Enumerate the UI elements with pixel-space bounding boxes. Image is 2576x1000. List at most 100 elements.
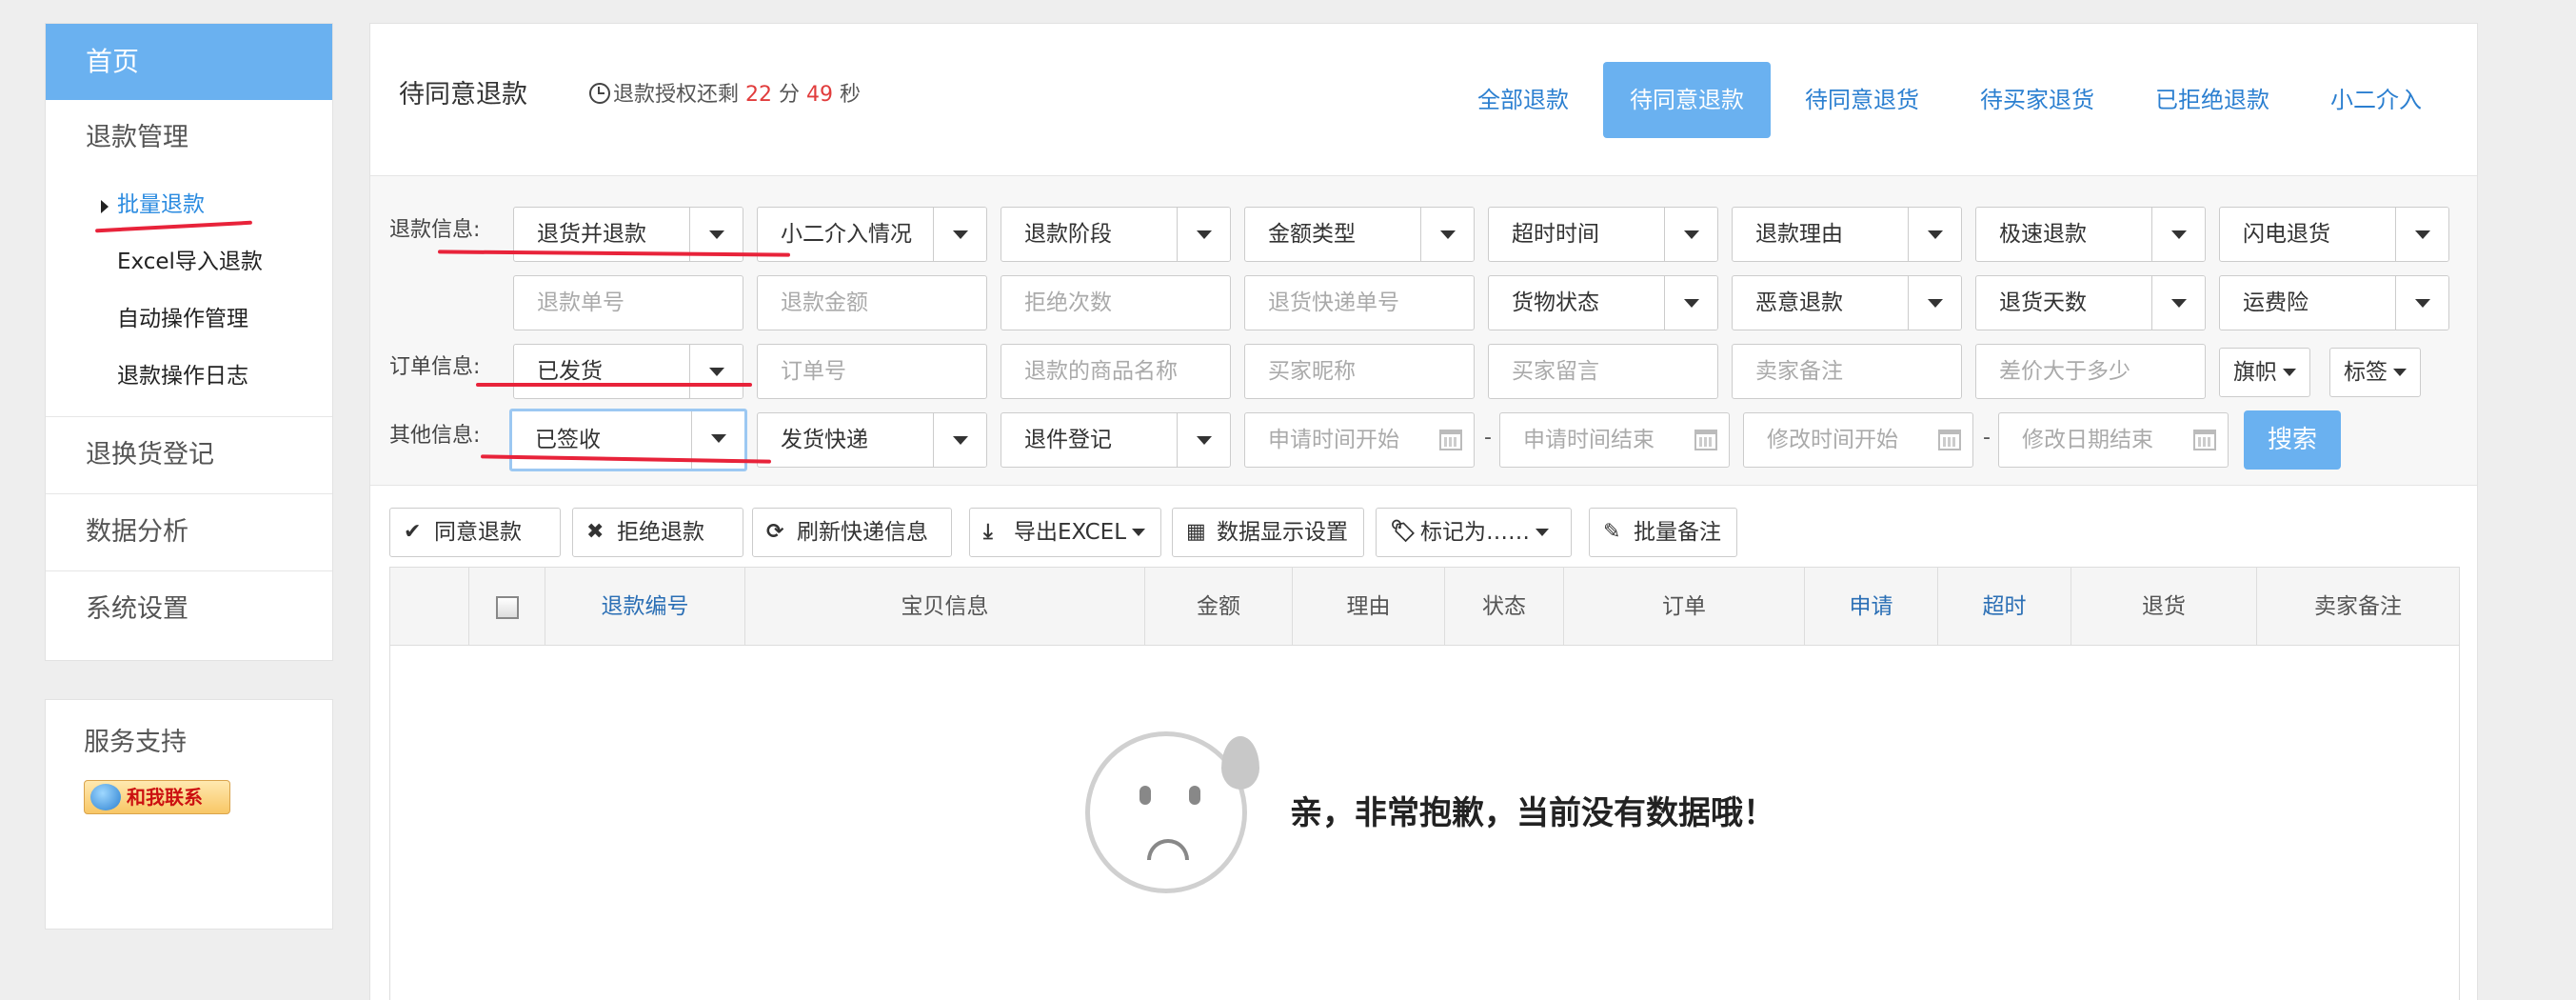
caret-down-icon — [2393, 369, 2407, 376]
flag-dropdown[interactable]: 旗帜 — [2219, 348, 2310, 397]
goods-status-select[interactable]: 货物状态 — [1488, 275, 1718, 330]
th-refund-id[interactable]: 退款编号 — [545, 568, 745, 646]
th-seller-note: 卖家备注 — [2314, 594, 2402, 619]
sidebar-item-data-analysis[interactable]: 数据分析 — [46, 494, 332, 571]
chevron-down-icon — [2151, 276, 2205, 330]
order-number-input[interactable]: 订单号 — [757, 344, 987, 399]
buyer-message-input[interactable]: 买家留言 — [1488, 344, 1718, 399]
sidebar-item-home[interactable]: 首页 — [46, 24, 332, 100]
search-button[interactable]: 搜索 — [2244, 410, 2342, 470]
seller-note-input[interactable]: 卖家备注 — [1732, 344, 1962, 399]
tab-awaiting-buyer-return[interactable]: 待买家退货 — [1953, 62, 2121, 138]
modify-end-date[interactable]: 修改日期结束 — [1998, 412, 2229, 468]
dropdown-label: 标签 — [2344, 360, 2388, 385]
tab-platform-intervention[interactable]: 小二介入 — [2304, 62, 2448, 138]
chevron-down-icon — [2395, 208, 2448, 261]
ship-status-select[interactable]: 已发货 — [513, 344, 743, 399]
reject-refund-button[interactable]: ✖ 拒绝退款 — [572, 508, 743, 557]
contact-button[interactable]: 和我联系 — [84, 780, 230, 814]
header: 待同意退款 退款授权还剩 22 分 49 秒 全部退款 待同意退款 待同意退货 … — [370, 24, 2477, 176]
sweat-drop-icon — [1221, 736, 1259, 790]
download-icon: ⤓ — [983, 520, 993, 544]
select-value: 已发货 — [537, 359, 603, 384]
select-value: 已签收 — [535, 428, 601, 452]
sidebar-item-system-settings[interactable]: 系统设置 — [46, 571, 332, 648]
return-days-select[interactable]: 退货天数 — [1975, 275, 2206, 330]
sidebar-item-label: 自动操作管理 — [117, 307, 248, 331]
countdown-prefix: 退款授权还剩 — [613, 83, 740, 107]
flash-return-select[interactable]: 闪电退货 — [2219, 207, 2449, 262]
select-value: 恶意退款 — [1755, 290, 1843, 315]
return-registration-select[interactable]: 退件登记 — [1001, 412, 1231, 468]
buyer-nick-input[interactable]: 买家昵称 — [1244, 344, 1475, 399]
select-value: 金额类型 — [1268, 222, 1356, 247]
refund-amount-input[interactable]: 退款金额 — [757, 275, 987, 330]
close-icon: ✖ — [586, 520, 604, 544]
return-tracking-input[interactable]: 退货快递单号 — [1244, 275, 1475, 330]
intervention-select[interactable]: 小二介入情况 — [757, 207, 987, 262]
tab-pending-return[interactable]: 待同意退货 — [1778, 62, 1946, 138]
sidebar-item-auto-ops[interactable]: 自动操作管理 — [46, 290, 332, 348]
shipping-insurance-select[interactable]: 运费险 — [2219, 275, 2449, 330]
chat-icon — [90, 784, 121, 810]
sidebar-item-label: Excel导入退款 — [117, 250, 263, 274]
tab-all-refunds[interactable]: 全部退款 — [1451, 62, 1595, 138]
price-diff-input[interactable]: 差价大于多少 — [1975, 344, 2206, 399]
reject-count-input[interactable]: 拒绝次数 — [1001, 275, 1231, 330]
mark-as-button[interactable]: 🏷 标记为…… — [1376, 508, 1572, 557]
select-all-checkbox[interactable] — [495, 595, 519, 619]
chevron-down-icon — [2395, 276, 2448, 330]
date-placeholder: 修改时间开始 — [1767, 428, 1898, 452]
th-item-info: 宝贝信息 — [745, 568, 1145, 646]
button-label: 同意退款 — [434, 520, 522, 545]
clock-icon — [589, 83, 610, 104]
refund-number-input[interactable]: 退款单号 — [513, 275, 743, 330]
th-spacer — [390, 568, 469, 646]
mouth-shape — [1147, 839, 1189, 860]
button-label: 数据显示设置 — [1217, 520, 1348, 545]
countdown-min-unit: 分 — [779, 83, 801, 107]
refresh-icon: ⟳ — [766, 520, 784, 544]
date-separator: - — [1983, 426, 1991, 450]
amount-type-select[interactable]: 金额类型 — [1244, 207, 1475, 262]
display-settings-button[interactable]: ▦ 数据显示设置 — [1172, 508, 1364, 557]
th-return: 退货 — [2071, 568, 2257, 646]
edit-icon: ✎ — [1603, 520, 1621, 544]
export-excel-button[interactable]: ⤓ 导出EXCEL — [969, 508, 1161, 557]
main-panel: 待同意退款 退款授权还剩 22 分 49 秒 全部退款 待同意退款 待同意退货 … — [369, 23, 2478, 1000]
tab-pending-refund[interactable]: 待同意退款 — [1603, 62, 1771, 138]
refund-reason-select[interactable]: 退款理由 — [1732, 207, 1962, 262]
modify-start-date[interactable]: 修改时间开始 — [1743, 412, 1973, 468]
tab-rejected-refund[interactable]: 已拒绝退款 — [2129, 62, 2296, 138]
sidebar-item-refund-mgmt[interactable]: 退款管理 — [46, 100, 332, 176]
chevron-down-icon — [1420, 208, 1474, 261]
grid-icon: ▦ — [1186, 520, 1206, 544]
tag-dropdown[interactable]: 标签 — [2329, 348, 2421, 397]
timeout-select[interactable]: 超时时间 — [1488, 207, 1718, 262]
th-status: 状态 — [1445, 568, 1564, 646]
refresh-tracking-button[interactable]: ⟳ 刷新快递信息 — [752, 508, 952, 557]
button-label: 批量备注 — [1634, 520, 1721, 545]
sidebar-item-refund-log[interactable]: 退款操作日志 — [46, 348, 332, 416]
malicious-refund-select[interactable]: 恶意退款 — [1732, 275, 1962, 330]
courier-select[interactable]: 发货快递 — [757, 412, 987, 468]
apply-start-date[interactable]: 申请时间开始 — [1244, 412, 1475, 468]
th-reason: 理由 — [1293, 568, 1445, 646]
th-select-all — [469, 568, 545, 646]
sidebar-item-label: 数据分析 — [86, 517, 188, 547]
sidebar-item-excel-import[interactable]: Excel导入退款 — [46, 233, 332, 290]
sidebar-item-return-reg[interactable]: 退换货登记 — [46, 417, 332, 494]
fast-refund-select[interactable]: 极速退款 — [1975, 207, 2206, 262]
item-name-input[interactable]: 退款的商品名称 — [1001, 344, 1231, 399]
support-panel: 服务支持 和我联系 — [45, 699, 333, 930]
batch-note-button[interactable]: ✎ 批量备注 — [1589, 508, 1737, 557]
th-apply[interactable]: 申请 — [1805, 568, 1938, 646]
th-timeout[interactable]: 超时 — [1938, 568, 2071, 646]
refund-stage-select[interactable]: 退款阶段 — [1001, 207, 1231, 262]
agree-refund-button[interactable]: ✔ 同意退款 — [389, 508, 561, 557]
select-value: 货物状态 — [1512, 290, 1599, 315]
sidebar-item-label: 批量退款 — [117, 192, 205, 217]
apply-end-date[interactable]: 申请时间结束 — [1499, 412, 1730, 468]
empty-state: 亲，非常抱歉，当前没有数据哦！ — [390, 646, 2459, 1000]
chevron-down-icon — [1177, 413, 1230, 467]
